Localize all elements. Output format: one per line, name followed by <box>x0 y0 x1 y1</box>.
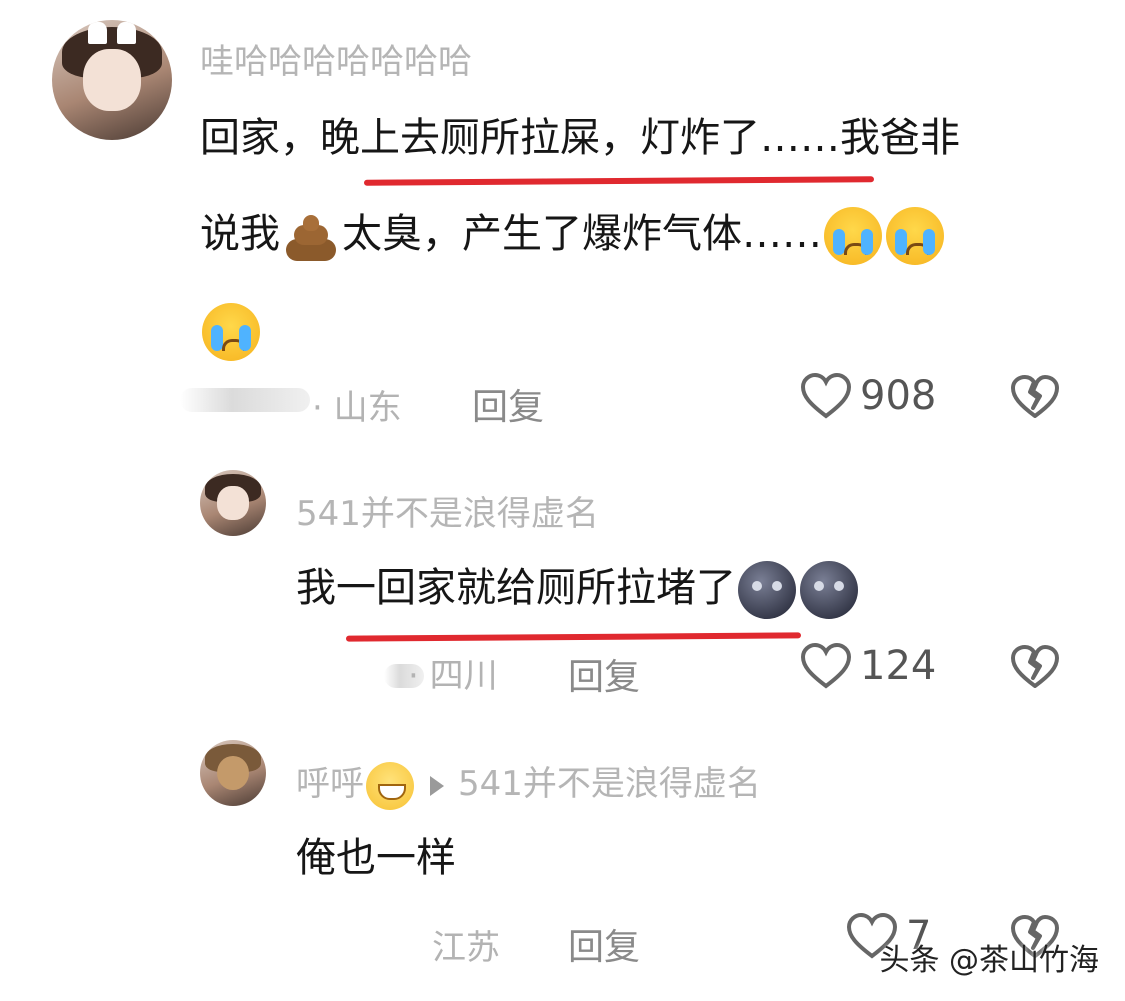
comment-location: · 四川 <box>408 656 498 696</box>
loudly-crying-face-emoji <box>202 303 260 361</box>
like-button[interactable]: 124 <box>800 642 936 690</box>
comment-location: 江苏 <box>432 928 500 968</box>
reply-button[interactable]: 回复 <box>568 918 640 970</box>
reply-button[interactable]: 回复 <box>472 378 544 430</box>
like-count: 908 <box>860 373 937 419</box>
avatar[interactable] <box>52 20 172 140</box>
like-count: 124 <box>860 643 937 689</box>
comment-username: 呼呼 541并不是浪得虚名 <box>296 756 761 810</box>
avatar[interactable] <box>200 740 266 806</box>
dislike-button[interactable] <box>1010 374 1060 424</box>
avatar[interactable] <box>200 470 266 536</box>
blurred-timestamp <box>180 388 310 412</box>
heart-icon <box>800 642 852 689</box>
comment-text: 俺也一样 <box>296 835 456 881</box>
broken-heart-icon <box>1011 375 1059 418</box>
like-button[interactable]: 908 <box>800 372 936 420</box>
comment-username[interactable]: 哇哈哈哈哈哈哈哈 <box>200 34 472 83</box>
reply-button[interactable]: 回复 <box>568 648 640 700</box>
new-moon-face-emoji <box>738 561 796 619</box>
broken-heart-icon <box>1011 645 1059 688</box>
grinning-face-emoji <box>366 761 414 810</box>
heart-icon <box>800 372 852 419</box>
comment-location: · 山东 <box>312 388 402 428</box>
watermark: 头条 @茶山竹海 <box>879 943 1099 978</box>
loudly-crying-face-emoji <box>824 207 882 265</box>
comment-text: 我一回家就给厕所拉堵了 <box>296 540 860 636</box>
comment-text: 回家，晚上去厕所拉屎，灯炸了……我爸非 说我 太臭，产生了爆炸气体…… <box>200 90 1100 378</box>
reply-to-username[interactable]: 541并不是浪得虚名 <box>458 764 761 804</box>
new-moon-face-emoji <box>800 561 858 619</box>
comment-username[interactable]: 541并不是浪得虚名 <box>296 486 599 535</box>
reply-arrow-icon <box>430 775 444 796</box>
dislike-button[interactable] <box>1010 644 1060 694</box>
loudly-crying-face-emoji <box>886 207 944 265</box>
pile-of-poo-emoji <box>282 207 340 265</box>
